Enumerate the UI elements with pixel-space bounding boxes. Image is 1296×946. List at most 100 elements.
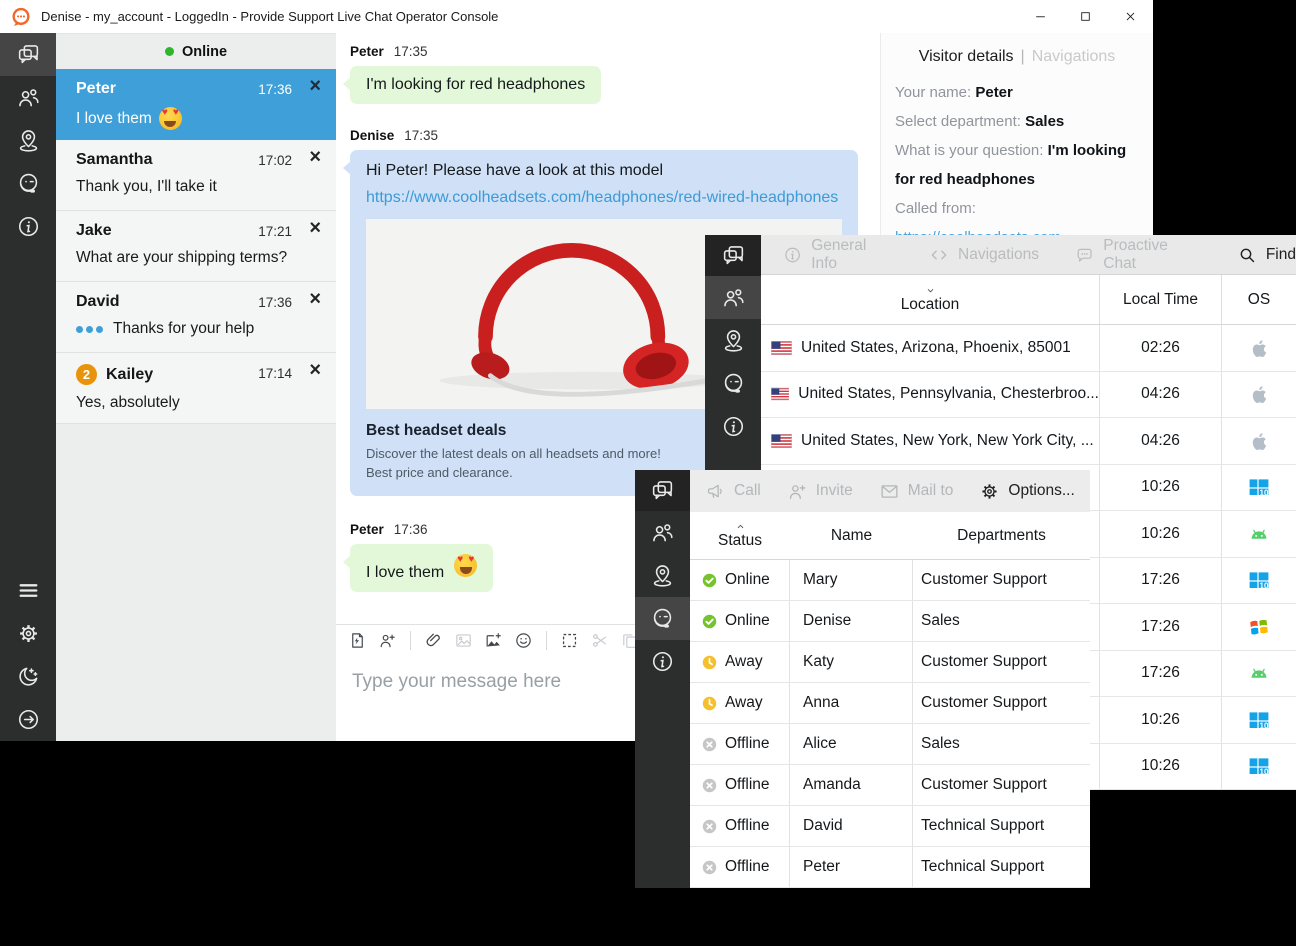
- sidebar-item-chats[interactable]: [635, 470, 690, 511]
- column-header-status[interactable]: Status: [690, 512, 790, 559]
- visitor-row[interactable]: United States, Arizona, Phoenix, 85001 0…: [761, 325, 1296, 372]
- sidebar-item-info[interactable]: [705, 405, 761, 448]
- column-header-location[interactable]: Location: [761, 275, 1100, 324]
- select-area-button[interactable]: [560, 631, 579, 650]
- operator-status[interactable]: Online: [56, 34, 336, 69]
- tab-proactive-chat[interactable]: Proactive Chat: [1075, 237, 1201, 273]
- sidebar-item-chats[interactable]: [705, 235, 761, 276]
- operator-status-text: Away: [725, 653, 763, 671]
- push-image-button[interactable]: [484, 631, 503, 650]
- field-value: Sales: [1025, 113, 1064, 130]
- sidebar-item-menu[interactable]: [0, 569, 56, 612]
- chat-list-item[interactable]: 2Kailey 17:14 × Yes, absolutely: [56, 353, 336, 424]
- operator-row[interactable]: Offline Alice Sales: [690, 724, 1090, 765]
- name-cell: Denise: [790, 601, 913, 641]
- heart-eyes-emoji: ♥♥: [159, 107, 182, 130]
- emoticons-button[interactable]: [514, 631, 533, 650]
- attach-file-icon: [424, 631, 443, 650]
- toolbar-mail-to-button[interactable]: Mail to: [879, 481, 954, 502]
- name-cell: Mary: [790, 560, 913, 600]
- message-link[interactable]: https://www.coolheadsets.com/headphones/…: [366, 189, 842, 207]
- operator-status-text: Online: [725, 571, 770, 589]
- close-chat-icon[interactable]: ×: [309, 147, 321, 167]
- operator-status-label: Online: [182, 44, 227, 60]
- sidebar-item-away-mode[interactable]: [0, 655, 56, 698]
- push-image-icon: [484, 631, 503, 650]
- operator-status-text: Offline: [725, 776, 770, 794]
- visitor-row[interactable]: United States, New York, New York City, …: [761, 418, 1296, 465]
- chat-list-item[interactable]: Peter 17:36 × I love them♥♥: [56, 69, 336, 140]
- close-chat-icon[interactable]: ×: [309, 360, 321, 380]
- sidebar-item-geo-location[interactable]: [0, 119, 56, 162]
- sidebar-item-chats[interactable]: [0, 33, 56, 76]
- visitor-field: What is your question: I'm looking for r…: [895, 137, 1141, 195]
- sidebar-item-geo-location[interactable]: [635, 554, 690, 597]
- toolbar-invite-button[interactable]: Invite: [787, 481, 853, 502]
- local-time-cell: 17:26: [1100, 604, 1222, 650]
- operator-row[interactable]: Offline Peter Technical Support: [690, 847, 1090, 888]
- canned-response-button[interactable]: [348, 631, 367, 650]
- operator-row[interactable]: Offline David Technical Support: [690, 806, 1090, 847]
- chat-list-item[interactable]: David 17:36 × Thanks for your help: [56, 282, 336, 353]
- column-header-local-time[interactable]: Local Time: [1100, 275, 1222, 324]
- tab-navigations[interactable]: Navigations: [929, 245, 1039, 265]
- tab-visitor-details[interactable]: Visitor details: [919, 48, 1014, 65]
- select-area-icon: [560, 631, 579, 650]
- column-header-name[interactable]: Name: [790, 512, 913, 559]
- typing-indicator-icon: [76, 320, 106, 338]
- android-icon: [1247, 522, 1271, 546]
- maximize-button[interactable]: [1063, 0, 1108, 33]
- operator-row[interactable]: Away Anna Customer Support: [690, 683, 1090, 724]
- local-time-cell: 04:26: [1100, 418, 1222, 464]
- tab-general-info[interactable]: General Info: [783, 237, 893, 273]
- operator-row[interactable]: Offline Amanda Customer Support: [690, 765, 1090, 806]
- toolbar-call-button[interactable]: Call: [705, 481, 761, 502]
- tab-label: Find: [1266, 246, 1296, 264]
- chats-icon: [721, 243, 746, 268]
- close-button[interactable]: [1108, 0, 1153, 33]
- sidebar-item-visitors[interactable]: [0, 76, 56, 119]
- minimize-button[interactable]: [1018, 0, 1063, 33]
- status-cell: Offline: [690, 724, 790, 764]
- sidebar-item-operators[interactable]: [0, 162, 56, 205]
- sidebar-item-operators[interactable]: [705, 362, 761, 405]
- close-chat-icon[interactable]: ×: [309, 76, 321, 96]
- visitor-row[interactable]: United States, Pennsylvania, Chesterbroo…: [761, 372, 1296, 419]
- field-label: What is your question:: [895, 142, 1048, 159]
- operator-row[interactable]: Away Katy Customer Support: [690, 642, 1090, 683]
- sidebar-item-visitors[interactable]: [635, 511, 690, 554]
- offline-status-icon: [701, 818, 718, 835]
- os-cell: [1222, 604, 1296, 650]
- visitors-icon: [721, 285, 746, 310]
- window-controls: [1018, 0, 1153, 33]
- local-time-cell: 17:26: [1100, 558, 1222, 604]
- cut-button[interactable]: [590, 631, 609, 650]
- sidebar-item-logout[interactable]: [0, 698, 56, 741]
- column-header-departments[interactable]: Departments: [913, 512, 1090, 559]
- sidebar-item-operators[interactable]: [635, 597, 690, 640]
- chat-list-item[interactable]: Jake 17:21 × What are your shipping term…: [56, 211, 336, 282]
- sidebar-item-visitors[interactable]: [705, 276, 761, 319]
- toolbar-options-button[interactable]: Options...: [979, 481, 1074, 502]
- column-header-os[interactable]: OS: [1222, 275, 1296, 324]
- name-cell: David: [790, 806, 913, 846]
- chat-list-item[interactable]: Samantha 17:02 × Thank you, I'll take it: [56, 140, 336, 211]
- attach-file-button[interactable]: [424, 631, 443, 650]
- windows10-icon: [1247, 475, 1271, 499]
- tab-find[interactable]: Find: [1237, 245, 1296, 265]
- sidebar-item-geo-location[interactable]: [705, 319, 761, 362]
- operator-row[interactable]: Online Mary Customer Support: [690, 560, 1090, 601]
- message-time: 17:35: [394, 44, 428, 59]
- sidebar-item-info[interactable]: [0, 205, 56, 248]
- close-chat-icon[interactable]: ×: [309, 218, 321, 238]
- sidebar-item-settings[interactable]: [0, 612, 56, 655]
- operators-window-sidebar: [635, 470, 690, 888]
- close-chat-icon[interactable]: ×: [309, 289, 321, 309]
- insert-image-button[interactable]: [454, 631, 473, 650]
- info-icon: [650, 649, 675, 674]
- visitors-icon: [16, 85, 41, 110]
- sidebar-item-info[interactable]: [635, 640, 690, 683]
- operator-row[interactable]: Online Denise Sales: [690, 601, 1090, 642]
- add-operator-button[interactable]: [378, 631, 397, 650]
- tab-navigations[interactable]: Navigations: [1032, 48, 1116, 65]
